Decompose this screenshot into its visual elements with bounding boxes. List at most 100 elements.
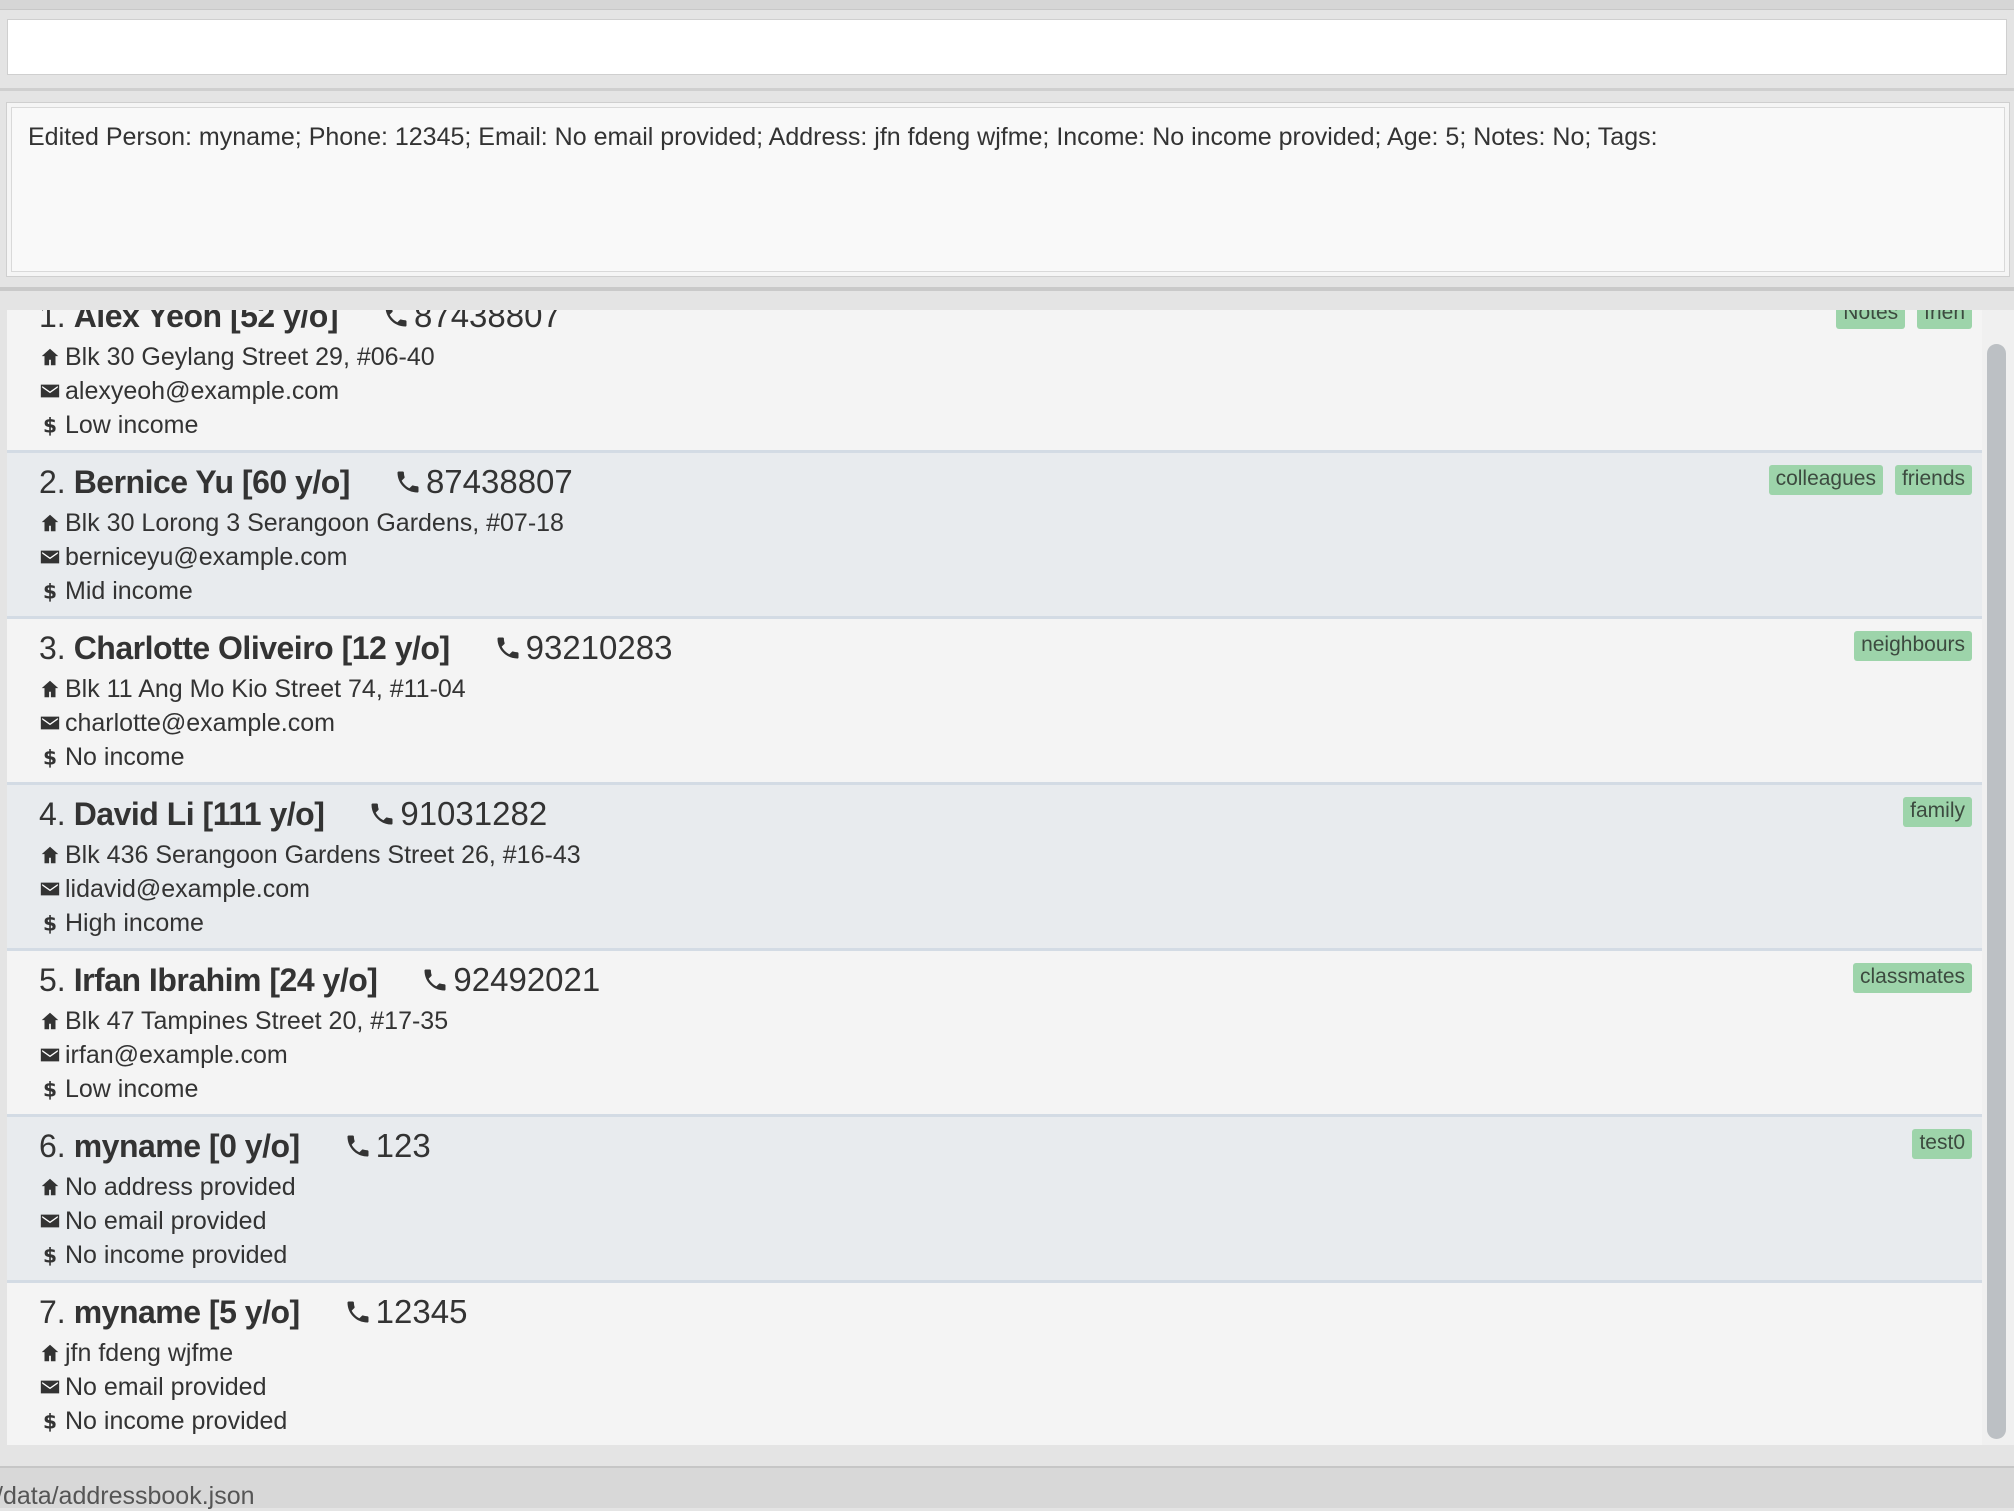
person-card[interactable]: 5. Irfan Ibrahim [24 y/o] 92492021 Blk 47 T… (7, 951, 1982, 1117)
envelope-icon (39, 1376, 65, 1398)
person-income: $ Mid income (39, 575, 193, 607)
person-address: Blk 47 Tampines Street 20, #17-35 (39, 1005, 448, 1037)
person-index: 6. (39, 1127, 66, 1164)
tag: classmates (1852, 963, 1972, 993)
person-address-text: jfn fdeng wjfme (65, 1338, 234, 1367)
person-index: 1. (39, 310, 66, 334)
person-email: charlotte@example.com (39, 707, 335, 739)
tag-list: colleagues friends (1768, 465, 1972, 495)
person-income: $ No income (39, 741, 185, 773)
person-address-text: Blk 436 Serangoon Gardens Street 26, #16… (65, 840, 581, 869)
person-card[interactable]: 4. David Li [111 y/o] 91031282 Blk 436 Sera… (7, 785, 1982, 951)
phone-number: 87438807 (425, 463, 573, 500)
person-address: Blk 11 Ang Mo Kio Street 74, #11-04 (39, 673, 466, 705)
tag-list: neighbours (1854, 631, 1972, 661)
person-card[interactable]: 1. Alex Yeoh [52 y/o] 87438807 Blk 30 Geyla… (7, 310, 1982, 453)
phone-icon (394, 468, 426, 496)
phone-number: 87438807 (413, 310, 561, 334)
svg-text:$: $ (43, 1078, 57, 1100)
person-index: 3. (39, 629, 66, 666)
person-header: 7. myname [5 y/o] 12345 (39, 1292, 467, 1332)
person-email-text: charlotte@example.com (65, 708, 335, 737)
person-phone: 87438807 (394, 463, 573, 501)
person-index: 2. (39, 463, 66, 500)
status-bar: /data/addressbook.json (0, 1466, 2014, 1510)
result-display[interactable]: Edited Person: myname; Phone: 12345; Ema… (11, 107, 2005, 272)
person-income-text: No income provided (65, 1406, 288, 1435)
tag-list: classmates (1852, 963, 1972, 993)
home-icon (39, 346, 65, 368)
home-icon (39, 1342, 65, 1364)
person-name: myname [5 y/o] (73, 1293, 300, 1330)
home-icon (39, 1010, 65, 1032)
tag: colleagues (1768, 465, 1883, 495)
phone-number: 12345 (375, 1293, 468, 1330)
person-header: 6. myname [0 y/o] 123 (39, 1126, 431, 1166)
envelope-icon (39, 1044, 65, 1066)
dollar-icon: $ (39, 414, 65, 436)
dollar-icon: $ (39, 1410, 65, 1432)
phone-number: 92492021 (453, 961, 601, 998)
person-card[interactable]: 3. Charlotte Oliveiro [12 y/o] 93210283 Blk… (7, 619, 1982, 785)
person-phone: 91031282 (368, 795, 547, 833)
divider (0, 287, 2014, 291)
tag: neighbours (1854, 631, 1972, 661)
envelope-icon (39, 1210, 65, 1232)
person-income-text: Low income (65, 1074, 199, 1103)
person-email-text: berniceyu@example.com (65, 542, 348, 571)
person-phone: 87438807 (382, 310, 561, 335)
dollar-icon: $ (39, 912, 65, 934)
person-phone: 123 (344, 1127, 431, 1165)
person-header: 2. Bernice Yu [60 y/o] 87438807 (39, 462, 573, 502)
svg-text:$: $ (43, 912, 57, 934)
dollar-icon: $ (39, 746, 65, 768)
person-email-text: No email provided (65, 1372, 267, 1401)
person-card[interactable]: 6. myname [0 y/o] 123 No address provided No… (7, 1117, 1982, 1283)
person-email-text: No email provided (65, 1206, 267, 1235)
tag: test0 (1912, 1129, 1972, 1159)
phone-number: 93210283 (525, 629, 673, 666)
person-address: Blk 30 Lorong 3 Serangoon Gardens, #07-1… (39, 507, 564, 539)
phone-number: 123 (375, 1127, 431, 1164)
person-income: $ No income provided (39, 1239, 287, 1271)
envelope-icon (39, 546, 65, 568)
phone-icon (421, 966, 453, 994)
person-income-text: No income provided (65, 1240, 288, 1269)
person-name: Bernice Yu [60 y/o] (73, 463, 351, 500)
person-address-text: Blk 11 Ang Mo Kio Street 74, #11-04 (65, 674, 466, 703)
command-box[interactable] (7, 19, 2007, 75)
tag-list: Notes frien (1836, 310, 1972, 329)
divider (0, 88, 2014, 91)
person-address: Blk 436 Serangoon Gardens Street 26, #16… (39, 839, 581, 871)
result-display-panel: Edited Person: myname; Phone: 12345; Ema… (6, 102, 2010, 277)
phone-number: 91031282 (400, 795, 548, 832)
person-income: $ No income provided (39, 1405, 287, 1437)
person-address-text: Blk 30 Geylang Street 29, #06-40 (65, 342, 435, 371)
person-email-text: irfan@example.com (65, 1040, 288, 1069)
command-input[interactable] (8, 20, 2006, 74)
person-phone: 93210283 (494, 629, 673, 667)
person-address-text: Blk 47 Tampines Street 20, #17-35 (65, 1006, 449, 1035)
phone-icon (344, 1132, 376, 1160)
person-card[interactable]: 7. myname [5 y/o] 12345 jfn fdeng wjfme No e… (7, 1283, 1982, 1445)
person-header: 4. David Li [111 y/o] 91031282 (39, 794, 547, 834)
home-icon (39, 1176, 65, 1198)
svg-text:$: $ (43, 414, 57, 436)
person-income-text: Mid income (65, 576, 193, 605)
person-index: 5. (39, 961, 66, 998)
person-address: Blk 30 Geylang Street 29, #06-40 (39, 341, 435, 373)
dollar-icon: $ (39, 580, 65, 602)
person-index: 4. (39, 795, 66, 832)
person-card[interactable]: 2. Bernice Yu [60 y/o] 87438807 Blk 30 Loro… (7, 453, 1982, 619)
phone-icon (344, 1298, 376, 1326)
person-list: 1. Alex Yeoh [52 y/o] 87438807 Blk 30 Geyla… (7, 310, 1982, 1445)
person-email: No email provided (39, 1371, 267, 1403)
person-email: No email provided (39, 1205, 267, 1237)
scrollbar-thumb[interactable] (1987, 344, 2006, 1439)
person-phone: 12345 (344, 1293, 468, 1331)
tag: family (1903, 797, 1972, 827)
person-header: 5. Irfan Ibrahim [24 y/o] 92492021 (39, 960, 600, 1000)
person-list-scrollbar[interactable] (1982, 310, 2014, 1445)
person-list-panel[interactable]: 1. Alex Yeoh [52 y/o] 87438807 Blk 30 Geyla… (7, 310, 1982, 1445)
person-income: $ High income (39, 907, 204, 939)
